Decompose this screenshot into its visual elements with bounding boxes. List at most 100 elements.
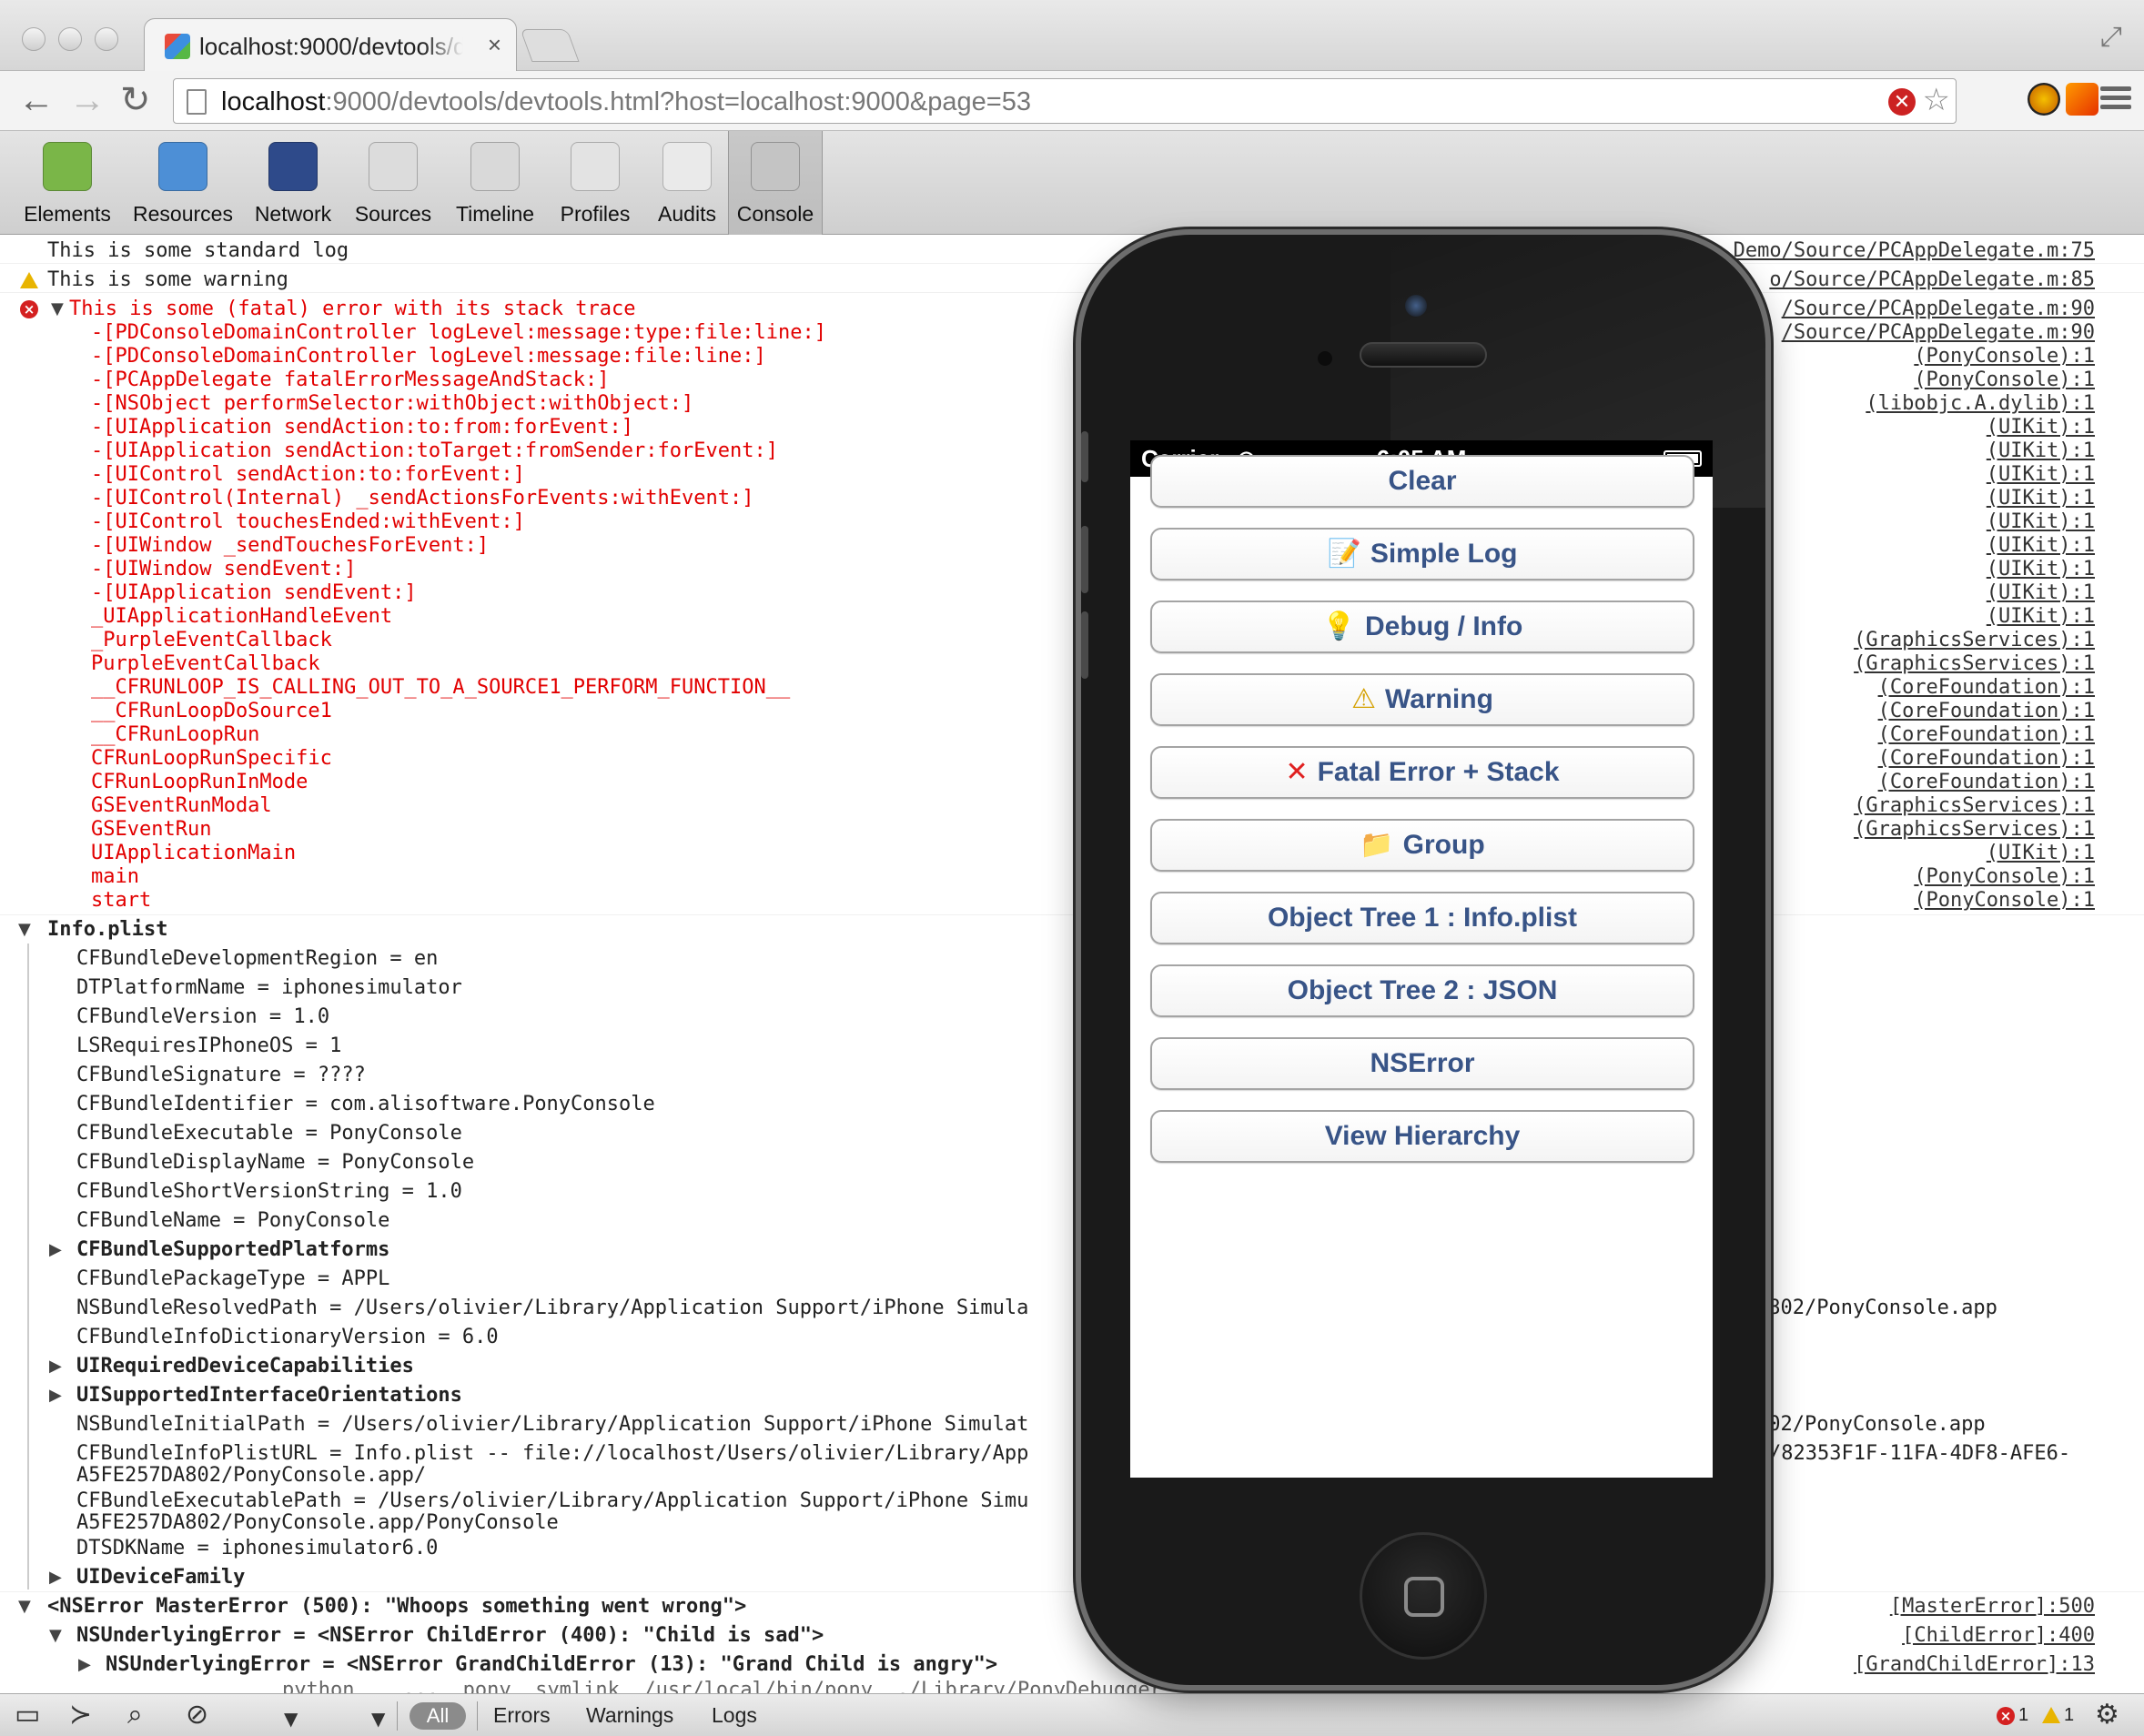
source-link[interactable]: (PonyConsole):1: [1914, 345, 2095, 368]
source-link[interactable]: [ChildError]:400: [1902, 1624, 2095, 1648]
source-link[interactable]: (UIKit):1: [1987, 605, 2095, 629]
expand-triangle-icon[interactable]: ▶: [49, 1355, 62, 1378]
button-clear[interactable]: Clear: [1150, 455, 1694, 508]
bookmark-star-icon[interactable]: ☆: [1923, 82, 1950, 118]
close-window-button[interactable]: [22, 27, 46, 51]
source-link[interactable]: (CoreFoundation):1: [1878, 771, 2095, 794]
source-link[interactable]: (UIKit):1: [1987, 558, 2095, 581]
collapse-triangle-icon[interactable]: ▼: [49, 1624, 62, 1648]
source-link[interactable]: Demo/Source/PCAppDelegate.m:75: [1734, 239, 2095, 263]
divider: [477, 1701, 478, 1731]
source-link[interactable]: (libobjc.A.dylib):1: [1866, 392, 2095, 416]
source-link[interactable]: (GraphicsServices):1: [1854, 818, 2095, 842]
button-nserror[interactable]: NSError: [1150, 1037, 1694, 1090]
button-view-hierarchy[interactable]: View Hierarchy: [1150, 1110, 1694, 1163]
tab-elements[interactable]: Elements: [13, 131, 122, 235]
expand-triangle-icon[interactable]: ▶: [49, 1566, 62, 1590]
source-link[interactable]: (GraphicsServices):1: [1854, 794, 2095, 818]
source-link[interactable]: (UIKit):1: [1987, 510, 2095, 534]
expand-triangle-icon[interactable]: ▶: [78, 1653, 91, 1677]
stack-frame: -[UIControl(Internal) _sendActionsForEve…: [91, 487, 754, 510]
expand-triangle-icon[interactable]: ▼: [51, 298, 64, 321]
settings-gear-icon[interactable]: ⚙: [2095, 1701, 2119, 1729]
reload-button[interactable]: ↻: [120, 80, 151, 120]
source-link[interactable]: (CoreFoundation):1: [1878, 700, 2095, 723]
button-label: Group: [1402, 830, 1485, 860]
console-drawer-icon[interactable]: ≻: [69, 1701, 92, 1729]
source-link[interactable]: (CoreFoundation):1: [1878, 723, 2095, 747]
filter-all-button[interactable]: All: [410, 1702, 466, 1730]
button-group[interactable]: 📁 Group: [1150, 819, 1694, 872]
source-link[interactable]: (UIKit):1: [1987, 842, 2095, 865]
source-link[interactable]: (UIKit):1: [1987, 439, 2095, 463]
filter-errors-button[interactable]: Errors: [493, 1703, 551, 1728]
fullscreen-icon[interactable]: ⤢: [2100, 22, 2122, 53]
source-link[interactable]: (UIKit):1: [1987, 581, 2095, 605]
tab-profiles[interactable]: Profiles: [551, 131, 639, 235]
devtools-statusbar: ▭ ≻ ⌕ ⊘ ▼ ▼ All Errors Warnings Logs × 1…: [0, 1693, 2144, 1736]
tab-audits[interactable]: Audits: [648, 131, 726, 235]
row-separator: [0, 914, 2144, 915]
extension-icon[interactable]: [2066, 83, 2098, 116]
clear-console-icon[interactable]: ⊘: [186, 1701, 208, 1729]
context-select-icon[interactable]: ▼: [371, 1705, 385, 1732]
source-link[interactable]: /Source/PCAppDelegate.m:90: [1782, 298, 2095, 321]
warning-count-icon[interactable]: [2042, 1707, 2060, 1723]
button-object-tree-1-info-plist[interactable]: Object Tree 1 : Info.plist: [1150, 892, 1694, 944]
url-text[interactable]: localhost:9000/devtools/devtools.html?ho…: [221, 87, 1031, 117]
new-tab-button[interactable]: [520, 29, 580, 62]
source-link[interactable]: [MasterError]:500: [1890, 1595, 2095, 1619]
home-square-icon: [1404, 1577, 1444, 1617]
source-link[interactable]: (PonyConsole):1: [1914, 368, 2095, 392]
dock-icon[interactable]: ▭: [15, 1701, 40, 1729]
source-link[interactable]: [GrandChildError]:13: [1854, 1653, 2095, 1677]
source-link[interactable]: (UIKit):1: [1987, 534, 2095, 558]
address-bar[interactable]: localhost:9000/devtools/devtools.html?ho…: [173, 78, 1957, 124]
error-icon: ×: [20, 300, 38, 318]
stop-icon[interactable]: ✕: [1888, 88, 1916, 116]
source-link[interactable]: (CoreFoundation):1: [1878, 676, 2095, 700]
error-count-icon[interactable]: ×: [1997, 1707, 2015, 1725]
source-link[interactable]: (PonyConsole):1: [1914, 865, 2095, 889]
tab-resources[interactable]: Resources: [129, 131, 237, 235]
source-link[interactable]: (UIKit):1: [1987, 463, 2095, 487]
frame-select-icon[interactable]: ▼: [284, 1705, 298, 1732]
browser-tab[interactable]: localhost:9000/devtools/dev ×: [144, 18, 517, 71]
expand-triangle-icon[interactable]: ▶: [49, 1238, 62, 1262]
collapse-triangle-icon[interactable]: ▼: [18, 1595, 31, 1619]
filter-warnings-button[interactable]: Warnings: [586, 1703, 673, 1728]
collapse-triangle-icon[interactable]: ▼: [18, 918, 31, 942]
console-row: DTPlatformName = iphonesimulator: [0, 976, 2144, 1000]
source-link[interactable]: (GraphicsServices):1: [1854, 629, 2095, 652]
button-warning[interactable]: ⚠ Warning: [1150, 673, 1694, 726]
tab-console[interactable]: Console: [728, 131, 823, 235]
forward-button[interactable]: →: [69, 80, 106, 120]
tab-sources[interactable]: Sources: [348, 131, 439, 235]
source-link[interactable]: (UIKit):1: [1987, 416, 2095, 439]
minimize-window-button[interactable]: [58, 27, 82, 51]
tab-close-button[interactable]: ×: [488, 31, 501, 59]
button-simple-log[interactable]: 📝 Simple Log: [1150, 528, 1694, 580]
button-debug-info[interactable]: 💡 Debug / Info: [1150, 601, 1694, 653]
console-row: main (PonyConsole):1: [0, 865, 2144, 889]
source-link[interactable]: (UIKit):1: [1987, 487, 2095, 510]
zoom-window-button[interactable]: [95, 27, 118, 51]
filter-logs-button[interactable]: Logs: [712, 1703, 757, 1728]
source-link[interactable]: (GraphicsServices):1: [1854, 652, 2095, 676]
button-label: NSError: [1370, 1048, 1475, 1078]
stack-frame: UIApplicationMain: [91, 842, 297, 864]
tab-timeline[interactable]: Timeline: [446, 131, 544, 235]
home-button[interactable]: [1360, 1532, 1487, 1660]
extension-icon[interactable]: [2028, 83, 2060, 116]
search-icon[interactable]: ⌕: [127, 1701, 143, 1729]
expand-triangle-icon[interactable]: ▶: [49, 1384, 62, 1408]
source-link[interactable]: (PonyConsole):1: [1914, 889, 2095, 913]
tab-network[interactable]: Network: [248, 131, 339, 235]
back-button[interactable]: ←: [18, 80, 55, 120]
button-fatal-error-stack[interactable]: ✕ Fatal Error + Stack: [1150, 746, 1694, 799]
source-link[interactable]: (CoreFoundation):1: [1878, 747, 2095, 771]
chrome-menu-icon[interactable]: [2100, 82, 2131, 113]
source-link[interactable]: /Source/PCAppDelegate.m:90: [1782, 321, 2095, 345]
source-link[interactable]: o/Source/PCAppDelegate.m:85: [1769, 268, 2095, 292]
button-object-tree-2-json[interactable]: Object Tree 2 : JSON: [1150, 964, 1694, 1017]
